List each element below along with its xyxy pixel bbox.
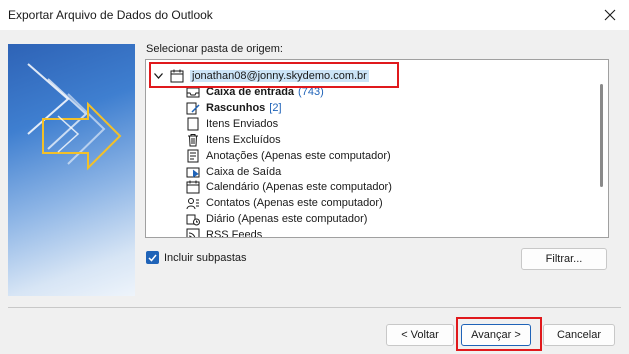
tree-item-label: Contatos (Apenas este computador) xyxy=(206,197,383,210)
folder-icon xyxy=(186,117,200,131)
tree-item[interactable]: Diário (Apenas este computador) xyxy=(186,211,367,227)
filter-button[interactable]: Filtrar... xyxy=(521,248,607,270)
window-title: Exportar Arquivo de Dados do Outlook xyxy=(8,8,213,22)
tree-item[interactable]: Contatos (Apenas este computador) xyxy=(186,195,383,211)
next-button[interactable]: Avançar > xyxy=(461,324,531,346)
tree-root-item[interactable]: jonathan08@jonny.skydemo.com.br xyxy=(152,68,369,84)
wizard-side-art xyxy=(8,44,135,296)
tree-item-label: Anotações (Apenas este computador) xyxy=(206,149,391,162)
outbox-icon xyxy=(186,165,200,179)
include-subfolders-label: Incluir subpastas xyxy=(164,251,247,264)
source-folder-label: Selecionar pasta de origem: xyxy=(146,43,283,55)
tree-item[interactable]: Caixa de Saída xyxy=(186,164,281,180)
tree-item-count: (743) xyxy=(298,86,324,98)
tree-item-count: [2] xyxy=(269,101,282,114)
tree-item[interactable]: RSS Feeds xyxy=(186,227,263,238)
close-button[interactable] xyxy=(599,4,621,26)
tree-item[interactable]: Caixa de entrada (743) xyxy=(186,84,324,100)
tree-item[interactable]: Calendário (Apenas este computador) xyxy=(186,179,392,195)
tree-item-label: Calendário (Apenas este computador) xyxy=(206,181,392,194)
include-subfolders-option[interactable]: Incluir subpastas xyxy=(146,251,247,264)
tree-item[interactable]: Itens Excluídos xyxy=(186,132,281,148)
include-subfolders-checkbox[interactable] xyxy=(146,251,159,264)
tree-item-label: Diário (Apenas este computador) xyxy=(206,213,368,226)
tree-item[interactable]: Anotações (Apenas este computador) xyxy=(186,148,391,164)
tree-item-label: Rascunhos xyxy=(206,101,266,114)
journal-icon xyxy=(186,212,200,226)
arrows-graphic xyxy=(27,63,122,171)
tree-item-label: Caixa de entrada xyxy=(206,86,295,98)
cancel-button[interactable]: Cancelar xyxy=(543,324,615,346)
calendar-icon xyxy=(186,180,200,194)
tree-item[interactable]: Itens Enviados xyxy=(186,116,278,132)
export-dialog: Exportar Arquivo de Dados do Outlook Sel… xyxy=(0,0,629,354)
divider xyxy=(8,307,621,308)
tree-item-label: Itens Excluídos xyxy=(206,133,281,146)
drafts-icon xyxy=(186,101,200,115)
back-button[interactable]: < Voltar xyxy=(386,324,454,346)
trash-icon xyxy=(186,133,200,147)
note-icon xyxy=(186,149,200,163)
tree-root-label[interactable]: jonathan08@jonny.skydemo.com.br xyxy=(190,70,369,82)
scrollbar-thumb[interactable] xyxy=(600,84,603,187)
chevron-down-icon[interactable] xyxy=(152,70,164,82)
folder-tree[interactable]: jonathan08@jonny.skydemo.com.br Caixa de… xyxy=(145,59,609,238)
tree-item-label: RSS Feeds xyxy=(206,229,263,238)
title-bar: Exportar Arquivo de Dados do Outlook xyxy=(0,0,629,30)
checkmark-icon xyxy=(148,254,157,262)
inbox-icon xyxy=(186,85,200,99)
tree-item-label: Caixa de Saída xyxy=(206,165,282,178)
contacts-icon xyxy=(186,196,200,210)
rss-icon xyxy=(186,228,200,237)
calendar-icon xyxy=(170,69,184,83)
tree-item[interactable]: Rascunhos [2] xyxy=(186,100,282,116)
tree-item-label: Itens Enviados xyxy=(206,117,279,130)
close-icon xyxy=(604,9,616,21)
